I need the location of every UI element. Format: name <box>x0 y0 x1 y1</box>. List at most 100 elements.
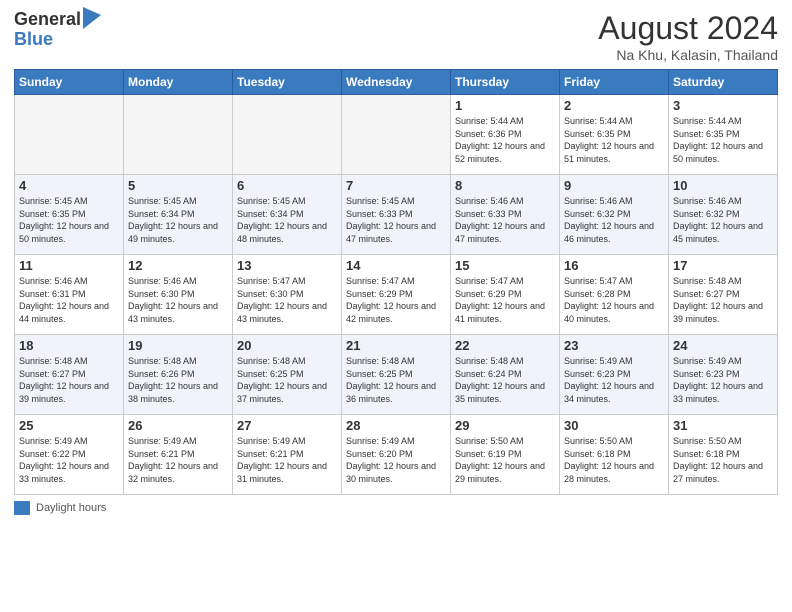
day-info: Sunrise: 5:47 AMSunset: 6:28 PMDaylight:… <box>564 275 664 325</box>
calendar-cell: 11 Sunrise: 5:46 AMSunset: 6:31 PMDayligh… <box>15 255 124 335</box>
week-row: 25 Sunrise: 5:49 AMSunset: 6:22 PMDayligh… <box>15 415 778 495</box>
day-number: 29 <box>455 418 555 433</box>
calendar-cell: 10 Sunrise: 5:46 AMSunset: 6:32 PMDayligh… <box>669 175 778 255</box>
logo-blue: Blue <box>14 30 101 50</box>
calendar-cell <box>342 95 451 175</box>
calendar-cell: 15 Sunrise: 5:47 AMSunset: 6:29 PMDayligh… <box>451 255 560 335</box>
header-day: Saturday <box>669 70 778 95</box>
calendar-cell: 3 Sunrise: 5:44 AMSunset: 6:35 PMDaylight… <box>669 95 778 175</box>
day-number: 16 <box>564 258 664 273</box>
calendar-cell: 13 Sunrise: 5:47 AMSunset: 6:30 PMDayligh… <box>233 255 342 335</box>
day-info: Sunrise: 5:50 AMSunset: 6:19 PMDaylight:… <box>455 435 555 485</box>
calendar-cell: 20 Sunrise: 5:48 AMSunset: 6:25 PMDayligh… <box>233 335 342 415</box>
day-number: 17 <box>673 258 773 273</box>
day-number: 19 <box>128 338 228 353</box>
day-number: 20 <box>237 338 337 353</box>
footer-box <box>14 501 30 515</box>
day-number: 8 <box>455 178 555 193</box>
day-number: 12 <box>128 258 228 273</box>
day-info: Sunrise: 5:50 AMSunset: 6:18 PMDaylight:… <box>673 435 773 485</box>
day-info: Sunrise: 5:48 AMSunset: 6:25 PMDaylight:… <box>346 355 446 405</box>
day-info: Sunrise: 5:44 AMSunset: 6:35 PMDaylight:… <box>564 115 664 165</box>
calendar-cell: 29 Sunrise: 5:50 AMSunset: 6:19 PMDayligh… <box>451 415 560 495</box>
day-number: 25 <box>19 418 119 433</box>
header: General Blue August 2024 Na Khu, Kalasin… <box>14 10 778 63</box>
day-info: Sunrise: 5:46 AMSunset: 6:32 PMDaylight:… <box>673 195 773 245</box>
day-number: 2 <box>564 98 664 113</box>
day-number: 27 <box>237 418 337 433</box>
day-info: Sunrise: 5:49 AMSunset: 6:20 PMDaylight:… <box>346 435 446 485</box>
day-number: 21 <box>346 338 446 353</box>
week-row: 1 Sunrise: 5:44 AMSunset: 6:36 PMDaylight… <box>15 95 778 175</box>
calendar-cell: 4 Sunrise: 5:45 AMSunset: 6:35 PMDaylight… <box>15 175 124 255</box>
calendar-cell: 17Sunrise: 5:48 AMSunset: 6:27 PMDayligh… <box>669 255 778 335</box>
calendar-cell: 14 Sunrise: 5:47 AMSunset: 6:29 PMDayligh… <box>342 255 451 335</box>
day-number: 1 <box>455 98 555 113</box>
day-info: Sunrise: 5:49 AMSunset: 6:21 PMDaylight:… <box>237 435 337 485</box>
calendar-cell: 7Sunrise: 5:45 AMSunset: 6:33 PMDaylight… <box>342 175 451 255</box>
calendar-cell: 8 Sunrise: 5:46 AMSunset: 6:33 PMDaylight… <box>451 175 560 255</box>
day-info: Sunrise: 5:48 AMSunset: 6:25 PMDaylight:… <box>237 355 337 405</box>
day-number: 22 <box>455 338 555 353</box>
day-info: Sunrise: 5:49 AMSunset: 6:22 PMDaylight:… <box>19 435 119 485</box>
footer: Daylight hours <box>14 501 778 515</box>
day-info: Sunrise: 5:48 AMSunset: 6:26 PMDaylight:… <box>128 355 228 405</box>
day-info: Sunrise: 5:47 AMSunset: 6:30 PMDaylight:… <box>237 275 337 325</box>
calendar-cell: 28Sunrise: 5:49 AMSunset: 6:20 PMDayligh… <box>342 415 451 495</box>
header-day: Monday <box>124 70 233 95</box>
logo-icon <box>83 7 101 29</box>
day-number: 18 <box>19 338 119 353</box>
day-number: 4 <box>19 178 119 193</box>
logo-text: General Blue <box>14 10 101 50</box>
day-info: Sunrise: 5:47 AMSunset: 6:29 PMDaylight:… <box>346 275 446 325</box>
day-info: Sunrise: 5:46 AMSunset: 6:31 PMDaylight:… <box>19 275 119 325</box>
header-day: Thursday <box>451 70 560 95</box>
calendar-cell: 1 Sunrise: 5:44 AMSunset: 6:36 PMDaylight… <box>451 95 560 175</box>
day-number: 26 <box>128 418 228 433</box>
day-number: 23 <box>564 338 664 353</box>
page: General Blue August 2024 Na Khu, Kalasin… <box>0 0 792 612</box>
day-number: 3 <box>673 98 773 113</box>
day-number: 6 <box>237 178 337 193</box>
title-area: August 2024 Na Khu, Kalasin, Thailand <box>598 10 778 63</box>
calendar: SundayMondayTuesdayWednesdayThursdayFrid… <box>14 69 778 495</box>
day-number: 13 <box>237 258 337 273</box>
day-number: 10 <box>673 178 773 193</box>
header-day: Sunday <box>15 70 124 95</box>
day-info: Sunrise: 5:45 AMSunset: 6:34 PMDaylight:… <box>237 195 337 245</box>
calendar-cell: 26 Sunrise: 5:49 AMSunset: 6:21 PMDayligh… <box>124 415 233 495</box>
calendar-cell: 30Sunrise: 5:50 AMSunset: 6:18 PMDayligh… <box>560 415 669 495</box>
week-row: 18 Sunrise: 5:48 AMSunset: 6:27 PMDayligh… <box>15 335 778 415</box>
day-info: Sunrise: 5:46 AMSunset: 6:33 PMDaylight:… <box>455 195 555 245</box>
day-number: 14 <box>346 258 446 273</box>
day-info: Sunrise: 5:46 AMSunset: 6:30 PMDaylight:… <box>128 275 228 325</box>
month-title: August 2024 <box>598 10 778 47</box>
day-info: Sunrise: 5:49 AMSunset: 6:23 PMDaylight:… <box>673 355 773 405</box>
day-info: Sunrise: 5:45 AMSunset: 6:35 PMDaylight:… <box>19 195 119 245</box>
week-row: 11 Sunrise: 5:46 AMSunset: 6:31 PMDayligh… <box>15 255 778 335</box>
calendar-cell: 18 Sunrise: 5:48 AMSunset: 6:27 PMDayligh… <box>15 335 124 415</box>
day-info: Sunrise: 5:44 AMSunset: 6:36 PMDaylight:… <box>455 115 555 165</box>
header-day: Friday <box>560 70 669 95</box>
day-number: 11 <box>19 258 119 273</box>
calendar-cell: 19 Sunrise: 5:48 AMSunset: 6:26 PMDayligh… <box>124 335 233 415</box>
day-info: Sunrise: 5:45 AMSunset: 6:33 PMDaylight:… <box>346 195 446 245</box>
day-info: Sunrise: 5:49 AMSunset: 6:21 PMDaylight:… <box>128 435 228 485</box>
location: Na Khu, Kalasin, Thailand <box>598 47 778 63</box>
day-info: Sunrise: 5:48 AMSunset: 6:24 PMDaylight:… <box>455 355 555 405</box>
day-number: 15 <box>455 258 555 273</box>
day-number: 30 <box>564 418 664 433</box>
calendar-cell: 22 Sunrise: 5:48 AMSunset: 6:24 PMDayligh… <box>451 335 560 415</box>
day-info: Sunrise: 5:44 AMSunset: 6:35 PMDaylight:… <box>673 115 773 165</box>
day-number: 9 <box>564 178 664 193</box>
calendar-cell: 27 Sunrise: 5:49 AMSunset: 6:21 PMDayligh… <box>233 415 342 495</box>
day-info: Sunrise: 5:47 AMSunset: 6:29 PMDaylight:… <box>455 275 555 325</box>
calendar-cell: 16 Sunrise: 5:47 AMSunset: 6:28 PMDayligh… <box>560 255 669 335</box>
day-info: Sunrise: 5:48 AMSunset: 6:27 PMDaylight:… <box>19 355 119 405</box>
day-number: 24 <box>673 338 773 353</box>
day-number: 5 <box>128 178 228 193</box>
calendar-cell: 31Sunrise: 5:50 AMSunset: 6:18 PMDayligh… <box>669 415 778 495</box>
calendar-cell: 25 Sunrise: 5:49 AMSunset: 6:22 PMDayligh… <box>15 415 124 495</box>
day-info: Sunrise: 5:46 AMSunset: 6:32 PMDaylight:… <box>564 195 664 245</box>
calendar-cell: 5Sunrise: 5:45 AMSunset: 6:34 PMDaylight… <box>124 175 233 255</box>
